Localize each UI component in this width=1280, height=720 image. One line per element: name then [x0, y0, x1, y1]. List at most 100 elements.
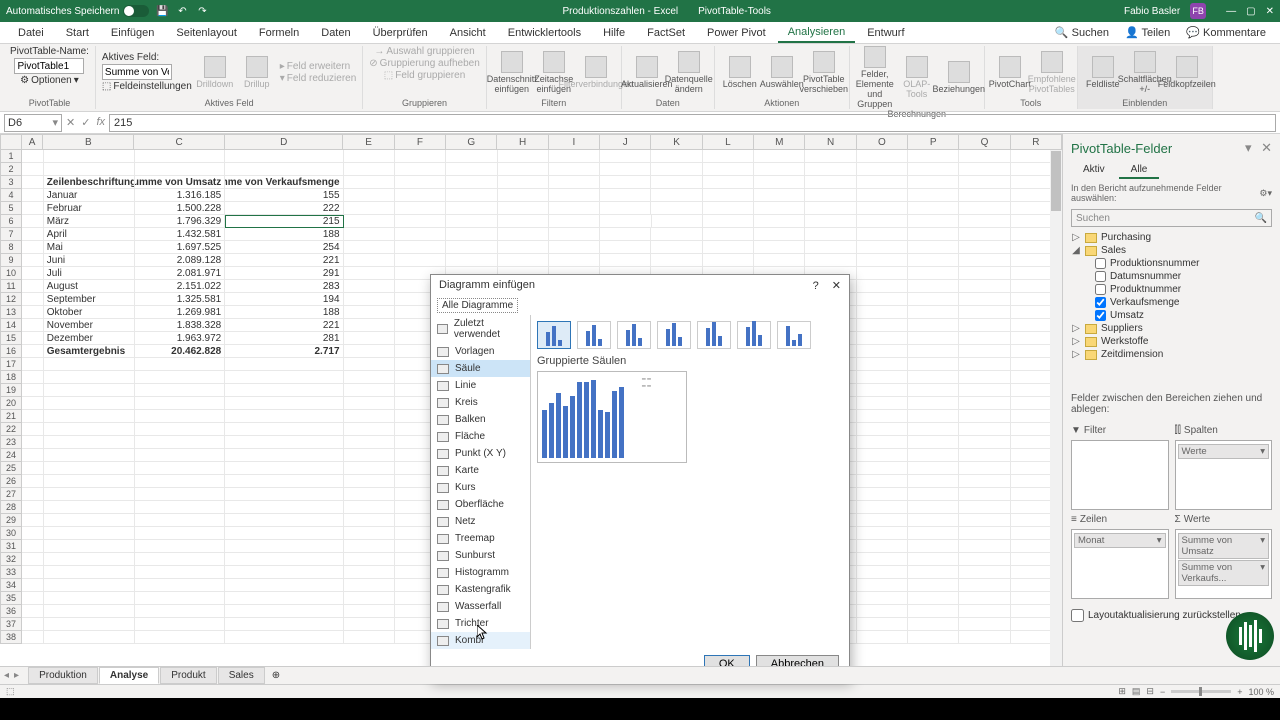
cell-O13[interactable] — [857, 306, 908, 319]
cell-P28[interactable] — [908, 501, 959, 514]
cell-N6[interactable] — [805, 215, 856, 228]
cell-B1[interactable] — [44, 150, 135, 163]
chart-category-kreis[interactable]: Kreis — [431, 394, 530, 411]
cell-A27[interactable] — [22, 488, 44, 501]
expand-field-button[interactable]: ▸ Feld erweitern — [280, 61, 357, 72]
cell-C34[interactable] — [135, 579, 226, 592]
cell-A28[interactable] — [22, 501, 44, 514]
chart-subtype-6[interactable] — [777, 321, 811, 349]
zoom-out-icon[interactable]: − — [1160, 687, 1165, 697]
cell-O12[interactable] — [857, 293, 908, 306]
row-header-8[interactable]: 8 — [0, 241, 22, 254]
field-table-purchasing[interactable]: ▷Purchasing — [1067, 231, 1276, 244]
cell-P15[interactable] — [908, 332, 959, 345]
fx-icon[interactable]: fx — [96, 116, 105, 129]
value-pill[interactable]: Summe von Verkaufs...▾ — [1178, 560, 1270, 586]
cell-D15[interactable]: 281 — [225, 332, 343, 345]
cell-D19[interactable] — [225, 384, 343, 397]
cell-K2[interactable] — [651, 163, 702, 176]
cell-P30[interactable] — [908, 527, 959, 540]
tab-hilfe[interactable]: Hilfe — [593, 24, 635, 42]
field-datumsnummer[interactable]: Datumsnummer — [1067, 270, 1276, 283]
cell-O8[interactable] — [857, 241, 908, 254]
field-verkaufsmenge[interactable]: Verkaufsmenge — [1067, 296, 1276, 309]
cell-Q33[interactable] — [959, 566, 1010, 579]
cell-A35[interactable] — [22, 592, 44, 605]
cell-A17[interactable] — [22, 358, 44, 371]
cell-P5[interactable] — [908, 202, 959, 215]
cell-Q35[interactable] — [959, 592, 1010, 605]
cell-P11[interactable] — [908, 280, 959, 293]
cell-D10[interactable]: 291 — [225, 267, 343, 280]
field-table-zeitdimension[interactable]: ▷Zeitdimension — [1067, 348, 1276, 361]
row-header-20[interactable]: 20 — [0, 397, 22, 410]
cell-P17[interactable] — [908, 358, 959, 371]
cell-P29[interactable] — [908, 514, 959, 527]
field-headers-button[interactable]: Feldkopfzeilen — [1168, 56, 1206, 89]
cell-B34[interactable] — [44, 579, 135, 592]
row-header-30[interactable]: 30 — [0, 527, 22, 540]
pivot-layout-icon[interactable]: ⚙▾ — [1259, 188, 1272, 199]
cell-O2[interactable] — [857, 163, 908, 176]
cell-L5[interactable] — [703, 202, 754, 215]
cell-D6[interactable]: 215 — [225, 215, 343, 228]
cell-M8[interactable] — [754, 241, 805, 254]
cell-Q38[interactable] — [959, 631, 1010, 644]
cell-G1[interactable] — [446, 150, 497, 163]
cell-I2[interactable] — [549, 163, 600, 176]
cell-P24[interactable] — [908, 449, 959, 462]
cell-B3[interactable]: Zeilenbeschriftungen▾ — [44, 176, 135, 189]
cell-C10[interactable]: 2.081.971 — [135, 267, 226, 280]
cell-E26[interactable] — [344, 475, 395, 488]
cell-O30[interactable] — [857, 527, 908, 540]
relations-button[interactable]: Beziehungen — [940, 61, 978, 94]
cell-E35[interactable] — [344, 592, 395, 605]
chart-category-sunburst[interactable]: Sunburst — [431, 547, 530, 564]
cell-Q20[interactable] — [959, 397, 1010, 410]
dialog-help-icon[interactable]: ? — [813, 280, 819, 292]
cell-P4[interactable] — [908, 189, 959, 202]
cell-Q13[interactable] — [959, 306, 1010, 319]
cell-B6[interactable]: März — [44, 215, 135, 228]
cell-P21[interactable] — [908, 410, 959, 423]
cell-D24[interactable] — [225, 449, 343, 462]
cell-Q29[interactable] — [959, 514, 1010, 527]
tab-entwurf[interactable]: Entwurf — [857, 24, 914, 42]
cell-J9[interactable] — [600, 254, 651, 267]
cell-P35[interactable] — [908, 592, 959, 605]
cell-B12[interactable]: September — [44, 293, 135, 306]
cell-O24[interactable] — [857, 449, 908, 462]
cell-D37[interactable] — [225, 618, 343, 631]
insert-slicer-button[interactable]: Datenschnitt einfügen — [493, 51, 531, 94]
cell-Q36[interactable] — [959, 605, 1010, 618]
cell-C26[interactable] — [135, 475, 226, 488]
cell-K4[interactable] — [651, 189, 702, 202]
cell-O32[interactable] — [857, 553, 908, 566]
view-break-icon[interactable]: ⊟ — [1146, 686, 1154, 697]
options-button[interactable]: ⚙ Optionen ▾ — [20, 75, 79, 86]
chart-category-oberflche[interactable]: Oberfläche — [431, 496, 530, 513]
cell-D14[interactable]: 221 — [225, 319, 343, 332]
chart-category-trichter[interactable]: Trichter — [431, 615, 530, 632]
cell-K3[interactable] — [651, 176, 702, 189]
cell-B20[interactable] — [44, 397, 135, 410]
cell-E5[interactable] — [344, 202, 395, 215]
chart-category-sule[interactable]: Säule — [431, 360, 530, 377]
cell-C33[interactable] — [135, 566, 226, 579]
cell-D26[interactable] — [225, 475, 343, 488]
field-checkbox[interactable] — [1095, 284, 1106, 295]
active-field-input[interactable] — [102, 64, 172, 80]
cell-F3[interactable] — [395, 176, 446, 189]
column-pill-values[interactable]: Werte▾ — [1178, 444, 1270, 459]
cell-E30[interactable] — [344, 527, 395, 540]
name-box[interactable]: D6▾ — [4, 114, 62, 132]
cell-B27[interactable] — [44, 488, 135, 501]
cell-I7[interactable] — [549, 228, 600, 241]
cell-F4[interactable] — [395, 189, 446, 202]
cell-G5[interactable] — [446, 202, 497, 215]
values-drop-area[interactable]: Summe von Umsatz▾Summe von Verkaufs...▾ — [1175, 529, 1273, 599]
row-header-1[interactable]: 1 — [0, 150, 22, 163]
cell-A24[interactable] — [22, 449, 44, 462]
row-header-29[interactable]: 29 — [0, 514, 22, 527]
row-header-25[interactable]: 25 — [0, 462, 22, 475]
